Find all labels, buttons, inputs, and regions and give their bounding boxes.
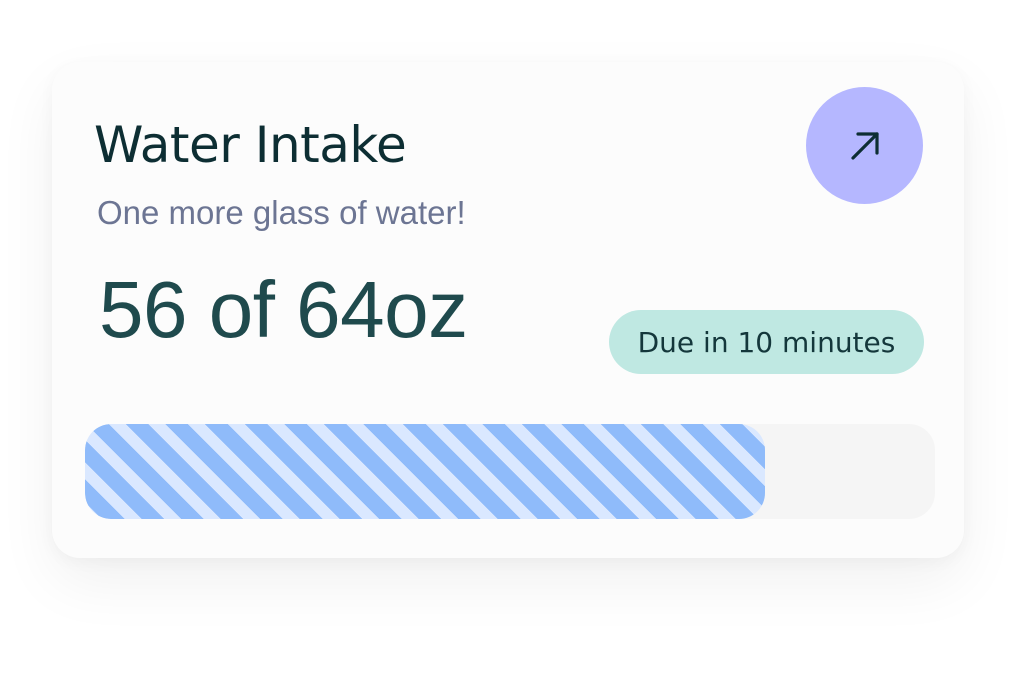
intake-progress-bar [85,424,935,519]
water-intake-card: Water Intake One more glass of water! 56… [52,62,964,558]
open-details-button[interactable] [806,87,923,204]
intake-amount: 56 of 64oz [99,265,468,354]
due-status-badge: Due in 10 minutes [609,310,924,374]
intake-progress-fill [85,424,765,519]
arrow-up-right-icon [847,128,883,164]
card-title: Water Intake [94,116,407,174]
card-subtitle: One more glass of water! [97,194,466,231]
